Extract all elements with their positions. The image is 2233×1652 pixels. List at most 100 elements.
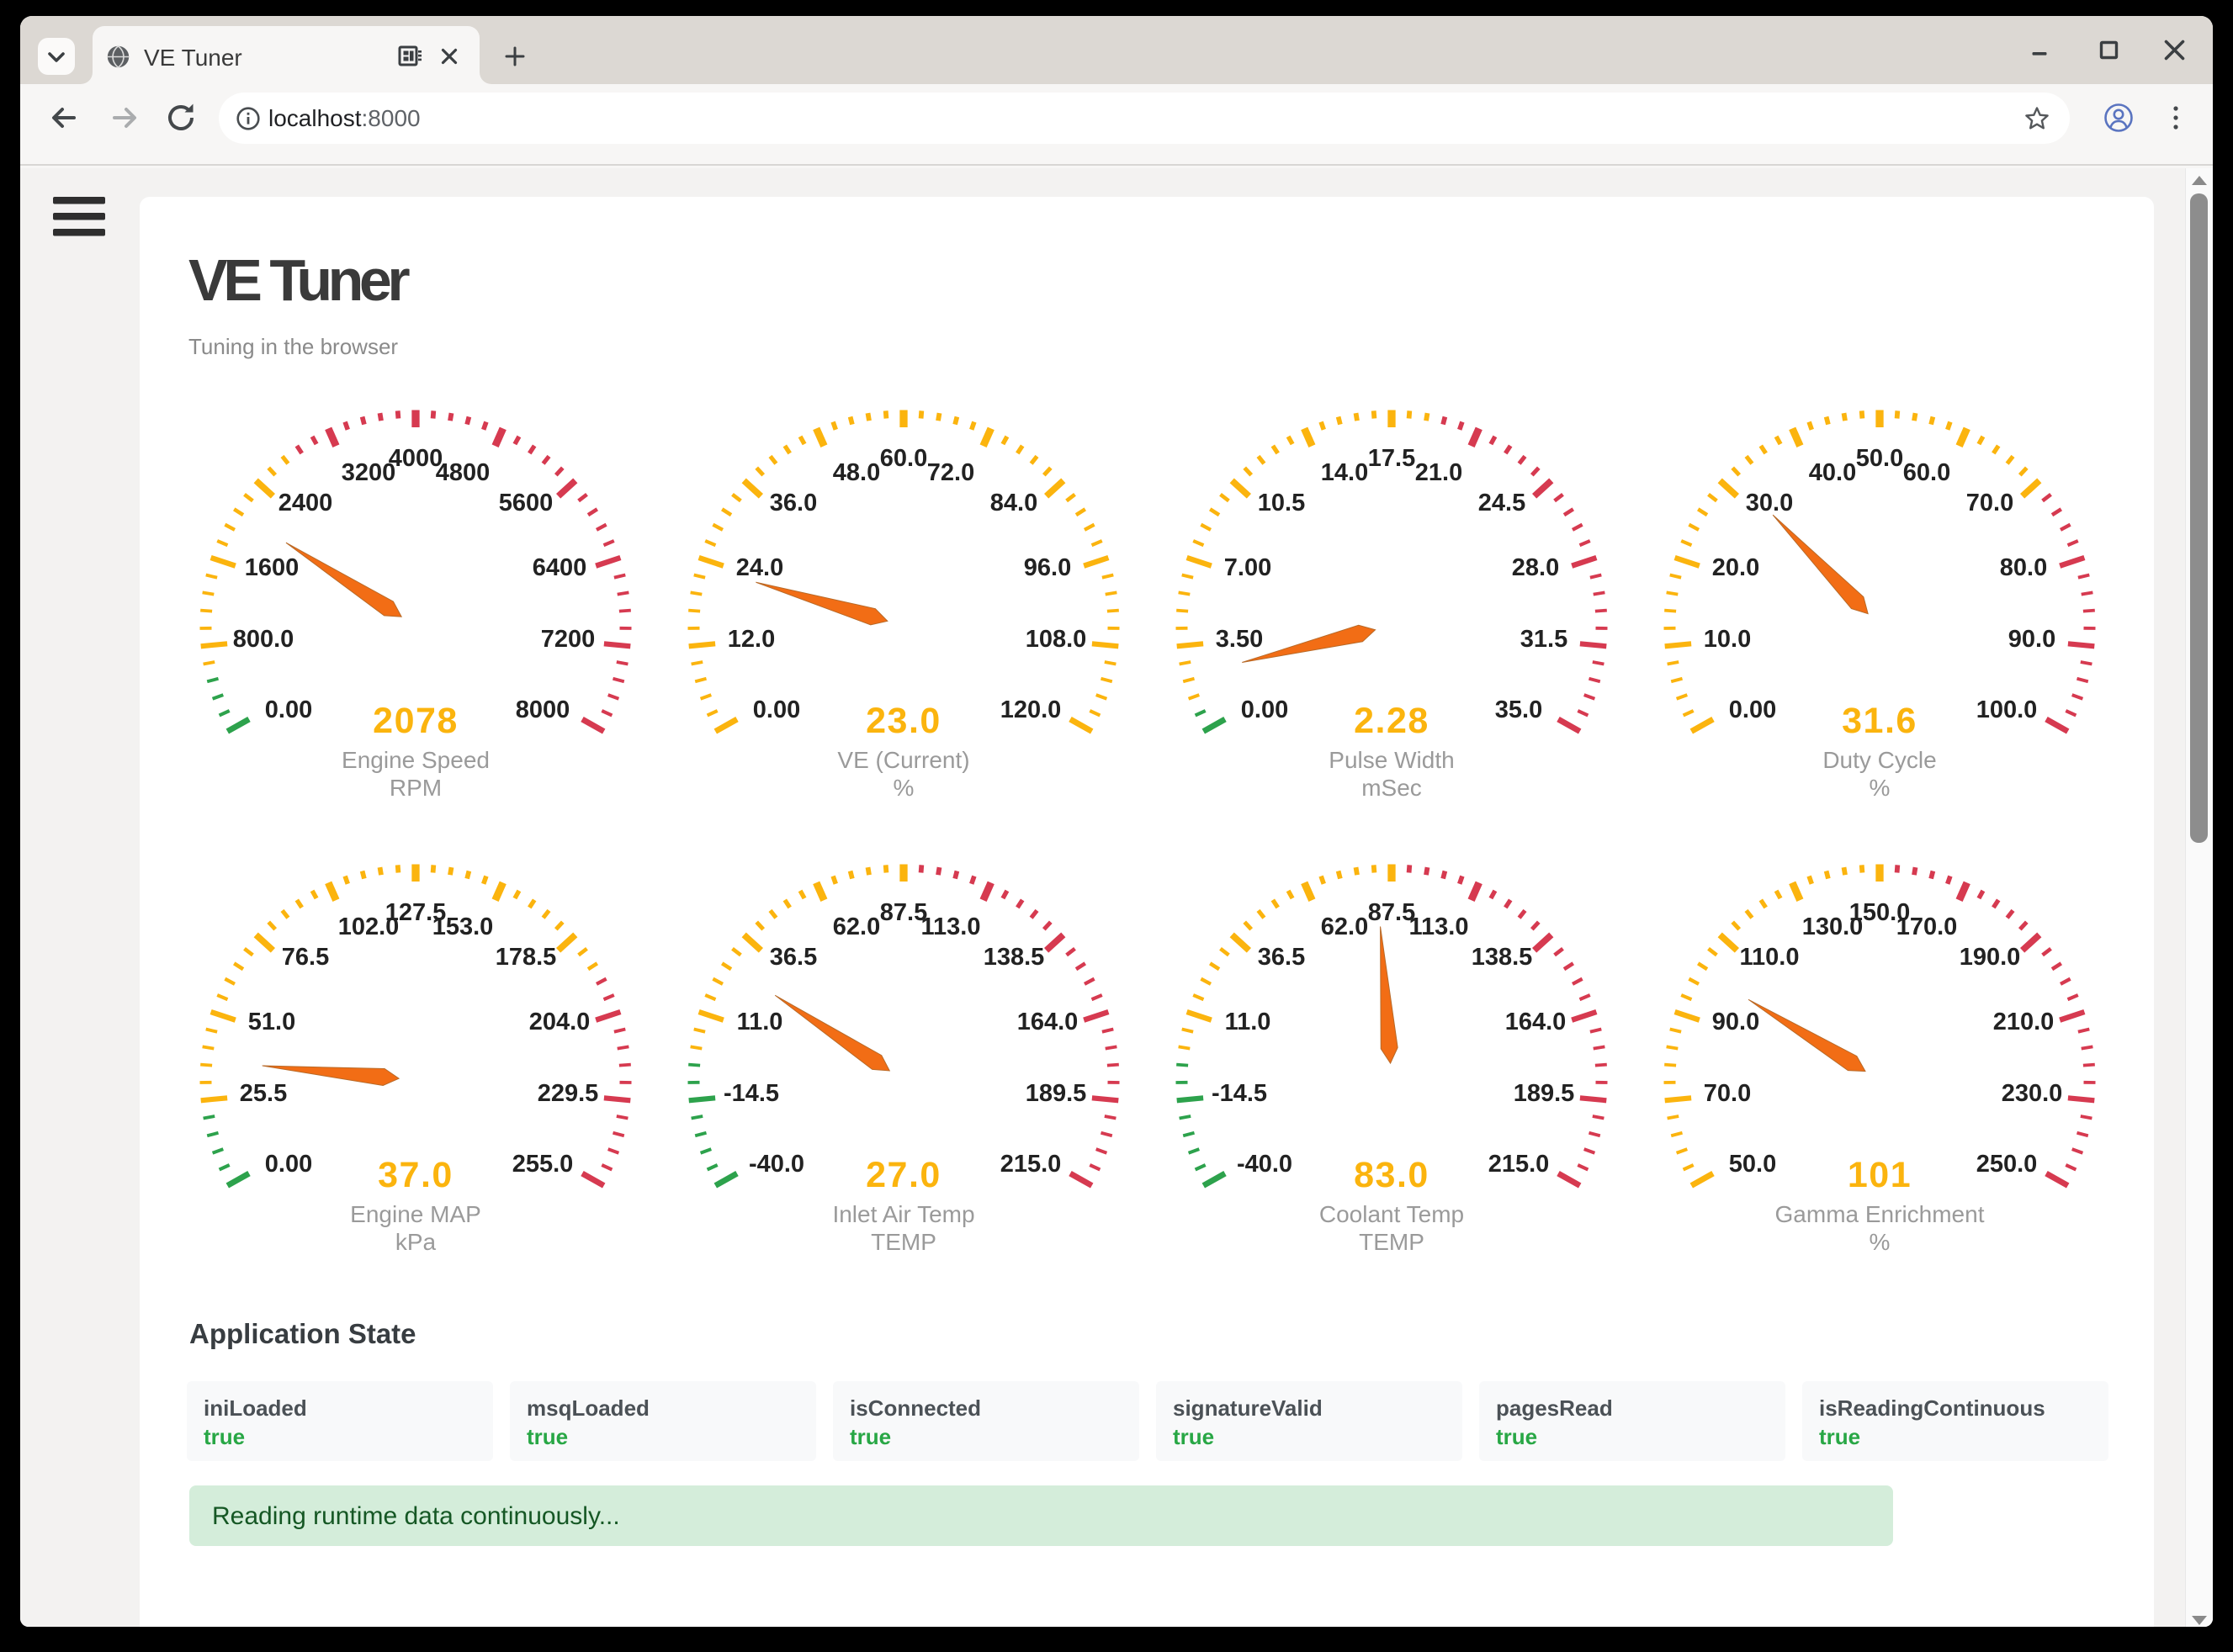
svg-text:4800: 4800	[436, 459, 491, 486]
svg-text:189.5: 189.5	[1514, 1080, 1575, 1107]
svg-text:kPa: kPa	[395, 1229, 437, 1255]
svg-text:100.0: 100.0	[1976, 696, 2038, 723]
svg-text:%: %	[1870, 775, 1891, 801]
svg-text:-14.5: -14.5	[1212, 1080, 1267, 1107]
svg-text:204.0: 204.0	[529, 1009, 591, 1035]
svg-text:120.0: 120.0	[1000, 696, 1062, 723]
svg-text:2400: 2400	[278, 490, 333, 516]
svg-text:62.0: 62.0	[1321, 913, 1368, 940]
svg-text:5600: 5600	[499, 490, 554, 516]
svg-text:190.0: 190.0	[1960, 944, 2021, 971]
svg-text:113.0: 113.0	[1409, 913, 1469, 940]
svg-text:153.0: 153.0	[432, 913, 494, 940]
svg-text:10.0: 10.0	[1704, 626, 1751, 653]
svg-text:Engine MAP: Engine MAP	[350, 1201, 481, 1227]
svg-text:70.0: 70.0	[1966, 490, 2013, 516]
svg-text:215.0: 215.0	[1000, 1151, 1062, 1178]
svg-text:10.5: 10.5	[1258, 490, 1305, 516]
svg-text:250.0: 250.0	[1976, 1151, 2038, 1178]
svg-text:mSec: mSec	[1361, 775, 1422, 801]
svg-text:40.0: 40.0	[1809, 459, 1856, 486]
svg-text:7.00: 7.00	[1224, 554, 1271, 581]
svg-text:84.0: 84.0	[990, 490, 1037, 516]
svg-text:RPM: RPM	[390, 775, 442, 801]
svg-text:170.0: 170.0	[1896, 913, 1958, 940]
svg-text:4000: 4000	[389, 445, 443, 472]
svg-text:62.0: 62.0	[833, 913, 880, 940]
svg-text:0.00: 0.00	[265, 1151, 312, 1178]
svg-text:37.0: 37.0	[378, 1155, 453, 1195]
svg-text:210.0: 210.0	[1993, 1009, 2055, 1035]
svg-text:50.0: 50.0	[1856, 445, 1903, 472]
svg-text:2078: 2078	[373, 701, 459, 741]
svg-text:8000: 8000	[516, 696, 570, 723]
svg-text:-40.0: -40.0	[749, 1151, 804, 1178]
svg-text:11.0: 11.0	[737, 1009, 783, 1035]
svg-text:108.0: 108.0	[1026, 626, 1087, 653]
svg-text:17.5: 17.5	[1368, 445, 1415, 472]
svg-text:113.0: 113.0	[921, 913, 981, 940]
svg-text:Duty Cycle: Duty Cycle	[1822, 747, 1936, 773]
svg-text:-14.5: -14.5	[724, 1080, 779, 1107]
svg-text:189.5: 189.5	[1026, 1080, 1087, 1107]
svg-text:%: %	[1870, 1229, 1891, 1255]
svg-text:30.0: 30.0	[1746, 490, 1793, 516]
svg-text:VE (Current): VE (Current)	[837, 747, 969, 773]
svg-text:90.0: 90.0	[2008, 626, 2055, 653]
svg-text:96.0: 96.0	[1024, 554, 1071, 581]
svg-text:3200: 3200	[342, 459, 396, 486]
svg-text:31.6: 31.6	[1842, 701, 1917, 741]
svg-text:70.0: 70.0	[1704, 1080, 1751, 1107]
svg-text:138.5: 138.5	[1472, 944, 1533, 971]
svg-text:Pulse Width: Pulse Width	[1329, 747, 1454, 773]
svg-text:230.0: 230.0	[2002, 1080, 2063, 1107]
svg-text:%: %	[894, 775, 915, 801]
svg-text:14.0: 14.0	[1321, 459, 1368, 486]
svg-text:11.0: 11.0	[1225, 1009, 1271, 1035]
svg-text:0.00: 0.00	[1241, 696, 1288, 723]
svg-text:800.0: 800.0	[233, 626, 294, 653]
svg-text:23.0: 23.0	[866, 701, 941, 741]
svg-text:90.0: 90.0	[1712, 1009, 1759, 1035]
svg-text:72.0: 72.0	[927, 459, 974, 486]
svg-text:27.0: 27.0	[866, 1155, 941, 1195]
svg-text:178.5: 178.5	[496, 944, 557, 971]
svg-text:138.5: 138.5	[984, 944, 1045, 971]
svg-text:60.0: 60.0	[880, 445, 927, 472]
svg-text:24.5: 24.5	[1478, 490, 1525, 516]
svg-text:21.0: 21.0	[1415, 459, 1462, 486]
svg-text:0.00: 0.00	[1729, 696, 1776, 723]
svg-text:101: 101	[1848, 1155, 1912, 1195]
svg-text:2.28: 2.28	[1354, 701, 1429, 741]
svg-text:80.0: 80.0	[2000, 554, 2047, 581]
svg-text:60.0: 60.0	[1903, 459, 1950, 486]
svg-text:164.0: 164.0	[1505, 1009, 1567, 1035]
svg-text:TEMP: TEMP	[1359, 1229, 1424, 1255]
svg-text:TEMP: TEMP	[871, 1229, 936, 1255]
svg-text:Engine Speed: Engine Speed	[342, 747, 490, 773]
svg-text:0.00: 0.00	[753, 696, 800, 723]
svg-text:25.5: 25.5	[240, 1080, 287, 1107]
svg-text:110.0: 110.0	[1740, 944, 1800, 971]
svg-text:3.50: 3.50	[1216, 626, 1263, 653]
svg-text:164.0: 164.0	[1017, 1009, 1079, 1035]
svg-text:Inlet Air Temp: Inlet Air Temp	[832, 1201, 974, 1227]
svg-text:36.5: 36.5	[770, 944, 817, 971]
svg-text:83.0: 83.0	[1354, 1155, 1429, 1195]
svg-text:50.0: 50.0	[1729, 1151, 1776, 1178]
svg-text:0.00: 0.00	[265, 696, 312, 723]
svg-text:-40.0: -40.0	[1237, 1151, 1292, 1178]
svg-text:12.0: 12.0	[728, 626, 775, 653]
svg-text:36.5: 36.5	[1258, 944, 1305, 971]
svg-text:215.0: 215.0	[1488, 1151, 1550, 1178]
svg-text:35.0: 35.0	[1495, 696, 1542, 723]
svg-text:20.0: 20.0	[1712, 554, 1759, 581]
svg-text:6400: 6400	[533, 554, 587, 581]
svg-text:24.0: 24.0	[736, 554, 783, 581]
svg-text:229.5: 229.5	[538, 1080, 599, 1107]
svg-text:31.5: 31.5	[1520, 626, 1567, 653]
svg-text:76.5: 76.5	[282, 944, 329, 971]
svg-text:255.0: 255.0	[512, 1151, 574, 1178]
svg-text:7200: 7200	[541, 626, 596, 653]
svg-text:Gamma Enrichment: Gamma Enrichment	[1775, 1201, 1985, 1227]
